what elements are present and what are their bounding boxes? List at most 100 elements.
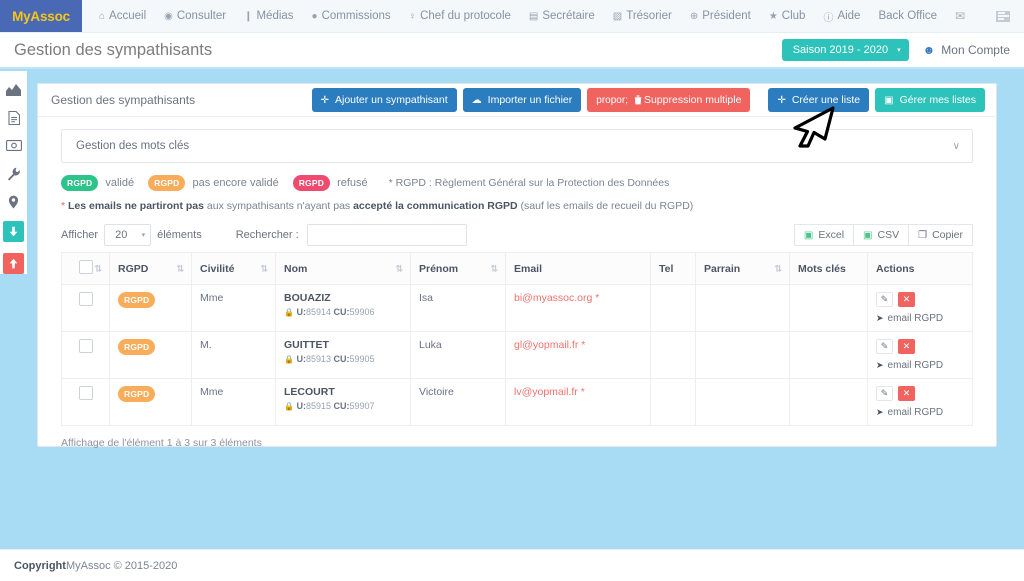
email-value[interactable]: gl@yopmail.fr: [514, 339, 578, 351]
row-select-cell[interactable]: [61, 378, 110, 426]
list-icon: ▣: [884, 94, 894, 106]
column-parrain[interactable]: Parrain ⇅: [695, 252, 790, 285]
envelope-icon: ✉: [955, 9, 966, 23]
star-icon: ★: [768, 10, 778, 22]
edit-icon[interactable]: ✎: [876, 386, 893, 401]
column-rgpd[interactable]: RGPD ⇅: [109, 252, 192, 285]
account-label: Mon Compte: [941, 43, 1010, 57]
button-label: Créer une liste: [791, 94, 861, 106]
season-selector[interactable]: Saison 2019 - 2020 ▾: [781, 39, 909, 61]
nav-item-commissions[interactable]: ● Commissions: [303, 0, 400, 32]
download-button[interactable]: [3, 221, 24, 242]
delete-icon[interactable]: ✕: [898, 292, 915, 307]
trash-icon-svg: [634, 95, 642, 105]
export-buttons: ▣ Excel ▣ CSV ❐ Copier: [793, 224, 973, 246]
export-label: Copier: [932, 229, 963, 241]
column-nom[interactable]: Nom ⇅: [275, 252, 411, 285]
delete-icon[interactable]: ✕: [898, 386, 915, 401]
email-value[interactable]: bi@myassoc.org: [514, 292, 592, 304]
table-row[interactable]: RGPD Mme LECOURT 🔒 U:85915 CU:59907 Vict…: [61, 378, 973, 426]
column-prenom[interactable]: Prénom ⇅: [410, 252, 506, 285]
wrench-icon[interactable]: [4, 165, 24, 182]
main-stage: Gestion des sympathisants ✛ Ajouter un s…: [0, 69, 1024, 540]
row-select-cell[interactable]: [61, 331, 110, 379]
nav-item-chef-du-protocole[interactable]: ♀ Chef du protocole: [400, 0, 520, 32]
delete-icon[interactable]: ✕: [898, 339, 915, 354]
money-icon[interactable]: [4, 137, 24, 154]
list-menu-icon[interactable]: [996, 10, 1010, 22]
column-civilite[interactable]: Civilité ⇅: [191, 252, 276, 285]
brand-logo[interactable]: MyAssoc: [0, 0, 82, 32]
nav-item-consulter[interactable]: ◉ Consulter: [155, 0, 235, 32]
row-checkbox[interactable]: [78, 386, 93, 400]
import-file-button[interactable]: ☁ Importer un fichier: [462, 88, 582, 112]
table-row[interactable]: RGPD M. GUITTET 🔒 U:85913 CU:59905 Luka: [61, 331, 973, 379]
edit-icon[interactable]: ✎: [876, 292, 893, 307]
nav-label: Président: [702, 10, 751, 22]
nav-item-messages[interactable]: ✉: [946, 0, 974, 32]
nav-item-tresorier[interactable]: ▧ Trésorier: [604, 0, 681, 32]
u-label: U:: [296, 401, 306, 411]
add-sympathisant-button[interactable]: ✛ Ajouter un sympathisant: [311, 88, 457, 112]
create-list-button[interactable]: ✛ Créer une liste: [768, 88, 870, 112]
row-checkbox[interactable]: [78, 292, 93, 306]
sort-icon[interactable]: ⇅: [260, 263, 268, 274]
email-rgpd-button[interactable]: ➤ email RGPD: [876, 360, 964, 371]
document-icon[interactable]: [4, 109, 24, 126]
nav-item-medias[interactable]: ❙ Médias: [235, 0, 302, 32]
sort-icon[interactable]: ⇅: [176, 263, 184, 274]
upload-button[interactable]: [3, 253, 24, 274]
email-rgpd-button[interactable]: ➤ email RGPD: [876, 407, 964, 418]
nav-item-secretaire[interactable]: ▤ Secrétaire: [520, 0, 604, 32]
lock-icon: 🔒: [284, 402, 294, 411]
edit-icon[interactable]: ✎: [876, 339, 893, 354]
column-select-all[interactable]: ⇅: [61, 252, 110, 285]
action-buttons: ✎ ✕: [876, 292, 964, 307]
column-email[interactable]: Email: [505, 252, 651, 285]
nom-ids: 🔒 U:85914 CU:59906: [284, 307, 402, 317]
location-pin-icon[interactable]: [4, 193, 24, 210]
upload-arrow-icon: [9, 258, 18, 268]
table-body: RGPD Mme BOUAZIZ 🔒 U:85914 CU:59906 Isa: [61, 284, 973, 426]
table-row[interactable]: RGPD Mme BOUAZIZ 🔒 U:85914 CU:59906 Isa: [61, 284, 973, 332]
nav-item-president[interactable]: ⊕ Président: [681, 0, 760, 32]
select-all-checkbox[interactable]: [78, 260, 93, 274]
cell-mots-cles: [789, 378, 868, 426]
season-label: Saison 2019 - 2020: [792, 44, 889, 56]
legend-label-valide: validé: [105, 177, 135, 189]
nav-item-accueil[interactable]: ⌂ Accueil: [90, 0, 155, 32]
export-excel-button[interactable]: ▣ Excel: [793, 224, 855, 246]
manage-lists-button[interactable]: ▣ Gérer mes listes: [875, 88, 985, 112]
sort-icon[interactable]: ⇅: [490, 263, 498, 274]
chart-icon[interactable]: [4, 81, 24, 98]
nav-item-back-office[interactable]: Back Office: [869, 0, 946, 32]
email-rgpd-button[interactable]: ➤ email RGPD: [876, 313, 964, 324]
paper-plane-icon: ➤: [876, 313, 884, 323]
search-input[interactable]: [306, 224, 467, 246]
lock-icon: 🔒: [284, 308, 294, 317]
cu-label: CU:: [333, 401, 350, 411]
sort-icon[interactable]: ⇅: [774, 263, 782, 274]
nav-item-club[interactable]: ★ Club: [760, 0, 815, 32]
keywords-accordion[interactable]: Gestion des mots clés ∨: [61, 129, 973, 163]
account-menu[interactable]: ☻ Mon Compte: [923, 43, 1010, 57]
row-checkbox[interactable]: [78, 339, 93, 353]
keywords-title: Gestion des mots clés: [76, 140, 190, 152]
table-head: ⇅ RGPD ⇅ Civilité ⇅ Nom ⇅ Prénom ⇅ Email…: [61, 252, 973, 285]
cell-prenom: Luka: [410, 331, 506, 379]
nom-value: GUITTET: [284, 339, 329, 351]
sort-icon[interactable]: ⇅: [94, 263, 102, 274]
row-select-cell[interactable]: [61, 284, 110, 332]
column-tel[interactable]: Tel: [650, 252, 696, 285]
nav-item-aide[interactable]: ⓘ Aide: [814, 0, 869, 32]
export-csv-button[interactable]: ▣ CSV: [853, 224, 910, 246]
sort-icon[interactable]: ⇅: [395, 263, 403, 274]
multiple-delete-button[interactable]: propor; Suppression multiple: [587, 88, 751, 112]
email-value[interactable]: lv@yopmail.fr: [514, 386, 578, 398]
warning-mid: aux sympathisants n'ayant pas: [203, 200, 354, 212]
copy-button[interactable]: ❐ Copier: [908, 224, 973, 246]
table-header-row: ⇅ RGPD ⇅ Civilité ⇅ Nom ⇅ Prénom ⇅ Email…: [61, 252, 973, 285]
page-size-select[interactable]: 20 ▾: [104, 224, 152, 246]
status-badge-valide: RGPD: [61, 175, 99, 191]
column-mots-cles[interactable]: Mots clés: [789, 252, 868, 285]
